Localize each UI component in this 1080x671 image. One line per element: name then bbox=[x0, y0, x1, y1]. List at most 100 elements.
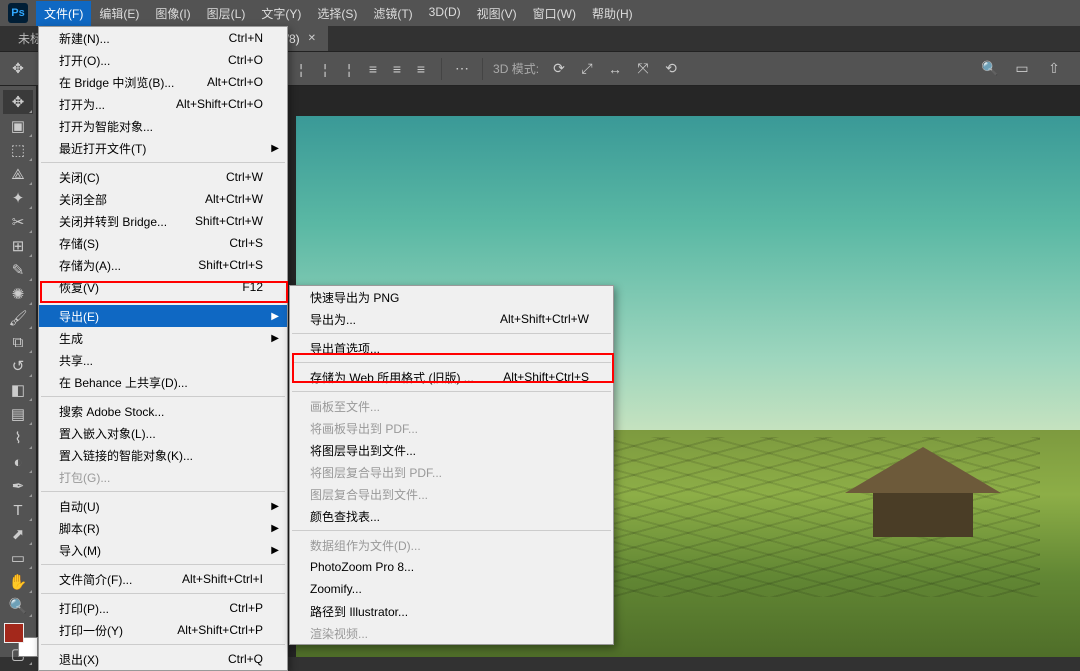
tool-path-select[interactable]: ⬈ bbox=[3, 522, 33, 546]
tool-type[interactable]: T bbox=[3, 498, 33, 522]
menu-图层(l)[interactable]: 图层(L) bbox=[199, 1, 254, 26]
menuitem-自动u[interactable]: 自动(U)▶ bbox=[39, 495, 287, 517]
tool-frame[interactable]: ⊞ bbox=[3, 234, 33, 258]
menuitem-画板至文件: 画板至文件... bbox=[290, 395, 613, 417]
separator bbox=[482, 58, 483, 80]
tool-crop[interactable]: ✂ bbox=[3, 210, 33, 234]
search-icon[interactable]: 🔍 bbox=[980, 59, 1000, 79]
menuitem-label: 将图层导出到文件... bbox=[310, 442, 416, 459]
close-icon[interactable]: ✕ bbox=[308, 33, 316, 44]
dist-h2-icon[interactable]: ¦ bbox=[315, 59, 335, 79]
menuitem-置入链接的智能对象k[interactable]: 置入链接的智能对象(K)... bbox=[39, 444, 287, 466]
menuitem-文件简介f[interactable]: 文件简介(F)...Alt+Shift+Ctrl+I bbox=[39, 568, 287, 590]
tool-eraser[interactable]: ◧ bbox=[3, 378, 33, 402]
tool-clone[interactable]: ⧉ bbox=[3, 330, 33, 354]
tool-hand[interactable]: ✋ bbox=[3, 570, 33, 594]
menu-编辑(e)[interactable]: 编辑(E) bbox=[91, 1, 147, 26]
menu-窗口(w)[interactable]: 窗口(W) bbox=[525, 1, 584, 26]
menuitem-label: 打包(G)... bbox=[59, 469, 110, 486]
tool-marquee[interactable]: ⬚ bbox=[3, 138, 33, 162]
menu-选择(s)[interactable]: 选择(S) bbox=[309, 1, 365, 26]
menuitem-导入m[interactable]: 导入(M)▶ bbox=[39, 539, 287, 561]
menuitem-zoomify[interactable]: Zoomify... bbox=[290, 578, 613, 600]
menuitem-label: 颜色查找表... bbox=[310, 508, 380, 525]
menuitem-置入嵌入对象l[interactable]: 置入嵌入对象(L)... bbox=[39, 422, 287, 444]
dist-v3-icon[interactable]: ≡ bbox=[411, 59, 431, 79]
menuitem-label: 导出首选项... bbox=[310, 340, 380, 357]
3d-slide-icon[interactable]: ↔ bbox=[605, 59, 625, 79]
tool-move[interactable]: ✥ bbox=[3, 90, 33, 114]
move-tool-preset-icon[interactable]: ✥ bbox=[8, 59, 28, 79]
menuitem-路径到illustrator[interactable]: 路径到 Illustrator... bbox=[290, 600, 613, 622]
menuitem-label: 置入链接的智能对象(K)... bbox=[59, 447, 193, 464]
menuitem-导出e[interactable]: 导出(E)▶ bbox=[39, 305, 287, 327]
menuitem-打开为[interactable]: 打开为...Alt+Shift+Ctrl+O bbox=[39, 93, 287, 115]
tool-artboard[interactable]: ▣ bbox=[3, 114, 33, 138]
menu-文字(y)[interactable]: 文字(Y) bbox=[253, 1, 309, 26]
menuitem-存储s[interactable]: 存储(S)Ctrl+S bbox=[39, 232, 287, 254]
menuitem-打开o[interactable]: 打开(O)...Ctrl+O bbox=[39, 49, 287, 71]
menuitem-label: 脚本(R) bbox=[59, 520, 100, 537]
tool-history-brush[interactable]: ↺ bbox=[3, 354, 33, 378]
share-icon[interactable]: ⇧ bbox=[1044, 59, 1064, 79]
menuitem-在bridge中浏览b[interactable]: 在 Bridge 中浏览(B)...Alt+Ctrl+O bbox=[39, 71, 287, 93]
menuitem-退出x[interactable]: 退出(X)Ctrl+Q bbox=[39, 648, 287, 670]
3d-rotate-icon[interactable]: ⟲ bbox=[661, 59, 681, 79]
3d-pan-icon[interactable]: ⤢ bbox=[577, 59, 597, 79]
color-swatches[interactable] bbox=[4, 623, 32, 651]
menu-视图(v)[interactable]: 视图(V) bbox=[469, 1, 525, 26]
menuitem-打开为智能对象[interactable]: 打开为智能对象... bbox=[39, 115, 287, 137]
menu-图像(i)[interactable]: 图像(I) bbox=[147, 1, 198, 26]
menuitem-photozoompro8[interactable]: PhotoZoom Pro 8... bbox=[290, 556, 613, 578]
menuitem-在behance上共享d[interactable]: 在 Behance 上共享(D)... bbox=[39, 371, 287, 393]
menuitem-恢复v[interactable]: 恢复(V)F12 bbox=[39, 276, 287, 298]
menuitem-打印p[interactable]: 打印(P)...Ctrl+P bbox=[39, 597, 287, 619]
menuitem-关闭c[interactable]: 关闭(C)Ctrl+W bbox=[39, 166, 287, 188]
tool-gradient[interactable]: ▤ bbox=[3, 402, 33, 426]
separator bbox=[441, 58, 442, 80]
menuitem-共享[interactable]: 共享... bbox=[39, 349, 287, 371]
tool-pen[interactable]: ✒ bbox=[3, 474, 33, 498]
menuitem-脚本r[interactable]: 脚本(R)▶ bbox=[39, 517, 287, 539]
hut-body bbox=[873, 493, 973, 537]
tool-rectangle[interactable]: ▭ bbox=[3, 546, 33, 570]
menu-帮助(h)[interactable]: 帮助(H) bbox=[584, 1, 641, 26]
menuitem-新建n[interactable]: 新建(N)...Ctrl+N bbox=[39, 27, 287, 49]
tool-dodge[interactable]: ◐ bbox=[3, 450, 33, 474]
menuitem-label: 新建(N)... bbox=[59, 30, 110, 47]
menuitem-shortcut: F12 bbox=[222, 280, 263, 294]
menuitem-关闭并转到bridge[interactable]: 关闭并转到 Bridge...Shift+Ctrl+W bbox=[39, 210, 287, 232]
menuitem-颜色查找表[interactable]: 颜色查找表... bbox=[290, 505, 613, 527]
menu-文件(f)[interactable]: 文件(F) bbox=[36, 1, 91, 26]
3d-orbit-icon[interactable]: ⟳ bbox=[549, 59, 569, 79]
tool-eyedropper[interactable]: ✎ bbox=[3, 258, 33, 282]
menuitem-生成[interactable]: 生成▶ bbox=[39, 327, 287, 349]
menuitem-将图层导出到文件[interactable]: 将图层导出到文件... bbox=[290, 439, 613, 461]
dist-h1-icon[interactable]: ¦ bbox=[291, 59, 311, 79]
dist-v2-icon[interactable]: ≡ bbox=[387, 59, 407, 79]
frame-icon[interactable]: ▭ bbox=[1012, 59, 1032, 79]
dist-v1-icon[interactable]: ≡ bbox=[363, 59, 383, 79]
menu-3d(d)[interactable]: 3D(D) bbox=[421, 1, 469, 26]
menuitem-存储为web所用格式旧版[interactable]: 存储为 Web 所用格式 (旧版) ...Alt+Shift+Ctrl+S bbox=[290, 366, 613, 388]
menuitem-快速导出为png[interactable]: 快速导出为 PNG bbox=[290, 286, 613, 308]
menuitem-打印一份y[interactable]: 打印一份(Y)Alt+Shift+Ctrl+P bbox=[39, 619, 287, 641]
tool-zoom[interactable]: 🔍 bbox=[3, 594, 33, 618]
foreground-color-swatch[interactable] bbox=[4, 623, 24, 643]
menuitem-存储为a[interactable]: 存储为(A)...Shift+Ctrl+S bbox=[39, 254, 287, 276]
tool-blur[interactable]: ⌇ bbox=[3, 426, 33, 450]
tool-lasso[interactable]: ⟁ bbox=[3, 162, 33, 186]
menuitem-导出为[interactable]: 导出为...Alt+Shift+Ctrl+W bbox=[290, 308, 613, 330]
menuitem-导出首选项[interactable]: 导出首选项... bbox=[290, 337, 613, 359]
menuitem-label: 渲染视频... bbox=[310, 625, 368, 642]
menuitem-关闭全部[interactable]: 关闭全部Alt+Ctrl+W bbox=[39, 188, 287, 210]
tool-brush[interactable]: 🖌 bbox=[3, 306, 33, 330]
menu-滤镜(t)[interactable]: 滤镜(T) bbox=[365, 1, 420, 26]
tool-spot-heal[interactable]: ✺ bbox=[3, 282, 33, 306]
3d-scale-icon[interactable]: ⤧ bbox=[633, 59, 653, 79]
menuitem-搜索adobestock[interactable]: 搜索 Adobe Stock... bbox=[39, 400, 287, 422]
tool-quick-select[interactable]: ✦ bbox=[3, 186, 33, 210]
menuitem-最近打开文件t[interactable]: 最近打开文件(T)▶ bbox=[39, 137, 287, 159]
dist-h3-icon[interactable]: ¦ bbox=[339, 59, 359, 79]
overflow-icon[interactable]: ⋯ bbox=[452, 59, 472, 79]
